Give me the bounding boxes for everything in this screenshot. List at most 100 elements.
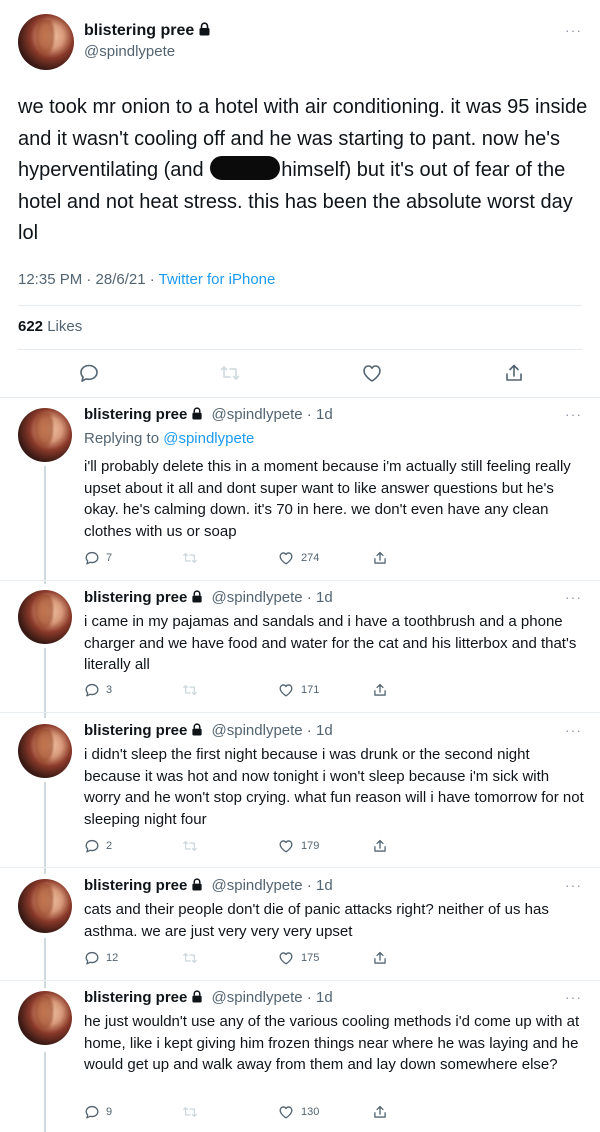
tweet-meta: 12:35 PM · 28/6/21 · Twitter for iPhone: [18, 271, 275, 288]
main-handle[interactable]: @spindlypete: [84, 43, 175, 60]
like-icon[interactable]: 179: [277, 838, 319, 854]
lock-icon: [191, 590, 203, 603]
divider: [0, 867, 600, 868]
reply-icon[interactable]: 2: [84, 838, 112, 854]
lock-icon: [191, 878, 203, 891]
reply-count: 12: [106, 952, 119, 964]
more-icon[interactable]: ···: [565, 877, 582, 893]
like-count: 175: [301, 952, 320, 964]
lock-icon: [191, 407, 203, 420]
tweet-timestamp[interactable]: 12:35 PM · 28/6/21 ·: [18, 271, 159, 288]
handle-and-time[interactable]: @spindlypete · 1d: [212, 406, 333, 423]
reply-text: i didn't sleep the first night because i…: [84, 746, 584, 828]
divider: [0, 980, 600, 981]
reply-header: blistering pree @spindlypete · 1d: [84, 989, 333, 1006]
lock-icon: [191, 723, 203, 736]
display-name-text[interactable]: blistering pree: [84, 877, 187, 894]
likes-count[interactable]: 622 Likes: [18, 318, 82, 335]
main-avatar[interactable]: [18, 14, 74, 70]
handle-and-time[interactable]: @spindlypete · 1d: [212, 589, 333, 606]
retweet-icon[interactable]: [181, 1104, 205, 1120]
reply-avatar[interactable]: [18, 991, 72, 1045]
like-icon[interactable]: [360, 362, 384, 384]
display-name-text[interactable]: blistering pree: [84, 406, 187, 423]
more-icon[interactable]: ···: [565, 589, 582, 605]
like-icon[interactable]: 130: [277, 1104, 319, 1120]
share-icon[interactable]: [372, 550, 388, 566]
lock-icon: [191, 990, 203, 1003]
display-name-text[interactable]: blistering pree: [84, 989, 187, 1006]
share-icon[interactable]: [503, 362, 525, 384]
reply-actions: 3 171: [84, 682, 504, 702]
more-icon[interactable]: ···: [565, 22, 582, 38]
reply-count: 3: [106, 684, 113, 696]
tweet-source-link[interactable]: Twitter for iPhone: [159, 271, 276, 288]
reply-avatar[interactable]: [18, 879, 72, 933]
replying-to-link[interactable]: @spindlypete: [163, 430, 254, 447]
display-name-text[interactable]: blistering pree: [84, 589, 187, 606]
reply-header: blistering pree @spindlypete · 1d: [84, 406, 333, 423]
retweet-icon[interactable]: [218, 362, 242, 384]
handle-and-time[interactable]: @spindlypete · 1d: [212, 722, 333, 739]
display-name-text: blistering pree: [84, 22, 195, 39]
handle-and-time[interactable]: @spindlypete · 1d: [212, 989, 333, 1006]
lock-icon: [198, 22, 211, 36]
reply-header: blistering pree @spindlypete · 1d: [84, 722, 333, 739]
reply-count: 2: [106, 840, 113, 852]
likes-number: 622: [18, 318, 44, 335]
reply-actions: 12 175: [84, 950, 504, 970]
reply-count: 7: [106, 552, 113, 564]
thread-connector: [44, 1052, 46, 1132]
like-count: 179: [301, 840, 320, 852]
display-name-text[interactable]: blistering pree: [84, 722, 187, 739]
like-icon[interactable]: 171: [277, 682, 319, 698]
reply-avatar[interactable]: [18, 408, 72, 462]
like-icon[interactable]: 274: [277, 550, 319, 566]
handle-and-time[interactable]: @spindlypete · 1d: [212, 877, 333, 894]
retweet-icon[interactable]: [181, 682, 205, 698]
reply-actions: 2 179: [84, 838, 504, 858]
thread-connector: [44, 648, 46, 718]
retweet-icon[interactable]: [181, 950, 205, 966]
reply-count: 9: [106, 1106, 113, 1118]
divider: [18, 305, 582, 306]
reply-avatar[interactable]: [18, 590, 72, 644]
share-icon[interactable]: [372, 1104, 388, 1120]
like-count: 171: [301, 684, 320, 696]
retweet-icon[interactable]: [181, 550, 205, 566]
replying-prefix: Replying to: [84, 430, 164, 447]
main-display-name[interactable]: blistering pree: [84, 22, 211, 40]
redaction-bar: [210, 156, 281, 180]
reply-header: blistering pree @spindlypete · 1d: [84, 589, 333, 606]
reply-text: i came in my pajamas and sandals and i h…: [84, 613, 577, 673]
reply-icon[interactable]: 7: [84, 550, 112, 566]
divider: [0, 712, 600, 713]
reply-icon[interactable]: 12: [84, 950, 118, 966]
share-icon[interactable]: [372, 682, 388, 698]
thread-connector: [44, 782, 46, 874]
reply-text: he just wouldn't use any of the various …: [84, 1013, 580, 1073]
reply-text: cats and their people don't die of panic…: [84, 901, 549, 940]
divider: [0, 397, 600, 398]
more-icon[interactable]: ···: [565, 989, 582, 1005]
more-icon[interactable]: ···: [565, 406, 582, 422]
main-tweet-text: we took mr onion to a hotel with air con…: [18, 92, 588, 250]
like-count: 274: [301, 552, 320, 564]
replying-to: Replying to @spindlypete: [84, 430, 254, 447]
reply-actions: 7 274: [84, 550, 504, 570]
retweet-icon[interactable]: [181, 838, 205, 854]
like-count: 130: [301, 1106, 320, 1118]
share-icon[interactable]: [372, 838, 388, 854]
reply-avatar[interactable]: [18, 724, 72, 778]
like-icon[interactable]: 175: [277, 950, 319, 966]
likes-label: Likes: [43, 318, 83, 335]
more-icon[interactable]: ···: [565, 722, 582, 738]
reply-header: blistering pree @spindlypete · 1d: [84, 877, 333, 894]
reply-actions: 9 130: [84, 1104, 504, 1124]
reply-icon[interactable]: [78, 362, 100, 384]
share-icon[interactable]: [372, 950, 388, 966]
divider: [18, 349, 582, 350]
thread-connector: [44, 466, 46, 584]
reply-icon[interactable]: 3: [84, 682, 112, 698]
reply-icon[interactable]: 9: [84, 1104, 112, 1120]
